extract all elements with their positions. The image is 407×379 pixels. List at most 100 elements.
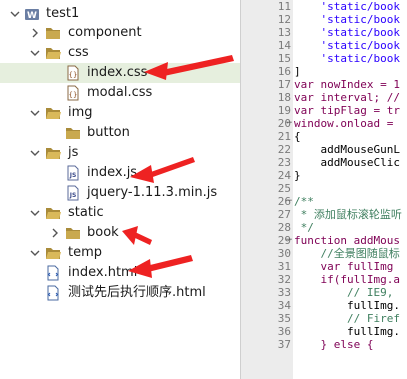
folder-open-icon bbox=[46, 248, 61, 259]
line-number: 11 bbox=[277, 0, 291, 13]
svg-text:{}: {} bbox=[69, 71, 78, 79]
css-file-icon: {} bbox=[67, 65, 79, 81]
tree-item-label: 测试先后执行顺序.html bbox=[68, 285, 206, 300]
fold-toggle-icon[interactable]: − bbox=[285, 119, 293, 128]
line-number: 12 bbox=[277, 13, 291, 26]
line-number: 31 bbox=[277, 260, 291, 273]
code-line: addMouseClic bbox=[294, 156, 400, 169]
line-number: 36 bbox=[277, 325, 291, 338]
code-line: // Firef bbox=[294, 312, 400, 325]
code-line: 'static/book bbox=[294, 52, 400, 65]
code-line: /** bbox=[294, 195, 314, 208]
code-editor[interactable]: 11 12 13 14 15 16 17 18 19 20−21 22 23 24 25 26−27 28 29… bbox=[241, 0, 407, 379]
tree-item-label: js bbox=[68, 145, 79, 160]
tree-item-button[interactable]: button bbox=[0, 123, 240, 143]
line-number: 27 bbox=[277, 208, 291, 221]
code-line: { bbox=[294, 130, 301, 143]
fold-toggle-icon[interactable]: − bbox=[285, 236, 293, 245]
tree-item-temp[interactable]: temp bbox=[0, 243, 240, 263]
chevron-down-icon[interactable] bbox=[30, 48, 40, 58]
code-line: } else { bbox=[294, 338, 374, 351]
code-line: 'static/book bbox=[294, 39, 400, 52]
tree-item-label: img bbox=[68, 105, 93, 120]
code-line: */ bbox=[294, 221, 314, 234]
tree-item-js[interactable]: js bbox=[0, 143, 240, 163]
fold-toggle-icon[interactable]: − bbox=[285, 197, 293, 206]
chevron-down-icon[interactable] bbox=[30, 208, 40, 218]
tree-item-static[interactable]: static bbox=[0, 203, 240, 223]
tree-item-css[interactable]: css bbox=[0, 43, 240, 63]
svg-text:JS: JS bbox=[69, 172, 77, 179]
line-number: 20 bbox=[277, 117, 291, 130]
folder-icon bbox=[66, 128, 80, 139]
web-project-icon: W bbox=[25, 9, 39, 21]
line-number: 29 bbox=[277, 234, 291, 247]
tree-item-book[interactable]: book bbox=[0, 223, 240, 243]
code-line: var tipFlag = tr bbox=[294, 104, 400, 117]
svg-text:{}: {} bbox=[69, 91, 78, 99]
line-number: 34 bbox=[277, 299, 291, 312]
code-line: * 添加鼠标滚轮监听 bbox=[294, 208, 402, 221]
tree-item-test1[interactable]: W test1 bbox=[0, 4, 240, 24]
chevron-down-icon[interactable] bbox=[30, 108, 40, 118]
line-number: 26 bbox=[277, 195, 291, 208]
line-number: 14 bbox=[277, 39, 291, 52]
tree-item-label: css bbox=[68, 45, 89, 60]
line-number: 28 bbox=[277, 221, 291, 234]
chevron-down-icon[interactable] bbox=[10, 9, 20, 19]
code-line: fullImg. bbox=[294, 325, 400, 338]
line-number: 21 bbox=[277, 130, 291, 143]
tree-item-label: modal.css bbox=[87, 85, 153, 100]
tree-item-label: jquery-1.11.3.min.js bbox=[87, 185, 218, 200]
line-number: 17 bbox=[277, 78, 291, 91]
line-number: 22 bbox=[277, 143, 291, 156]
line-number: 15 bbox=[277, 52, 291, 65]
folder-open-icon bbox=[46, 108, 61, 119]
tree-item-test-order-html[interactable]: 测试先后执行顺序.html bbox=[0, 283, 240, 303]
line-number: 33 bbox=[277, 286, 291, 299]
chevron-down-icon[interactable] bbox=[30, 248, 40, 258]
folder-open-icon bbox=[46, 48, 61, 59]
code-line: ] bbox=[294, 65, 301, 78]
code-line: addMouseGunL bbox=[294, 143, 400, 156]
folder-open-icon bbox=[46, 208, 61, 219]
tree-item-label: book bbox=[87, 225, 119, 240]
chevron-down-icon[interactable] bbox=[30, 148, 40, 158]
line-number: 18 bbox=[277, 91, 291, 104]
tree-item-img[interactable]: img bbox=[0, 103, 240, 123]
line-number: 25 bbox=[277, 182, 291, 195]
line-number: 23 bbox=[277, 156, 291, 169]
code-line: 'static/book bbox=[294, 0, 400, 13]
line-number: 32 bbox=[277, 273, 291, 286]
code-line: window.onload = bbox=[294, 117, 400, 130]
tree-item-label: component bbox=[68, 25, 142, 40]
tree-item-jquery-js[interactable]: JS jquery-1.11.3.min.js bbox=[0, 183, 240, 203]
chevron-right-icon[interactable] bbox=[30, 28, 40, 38]
js-file-icon: JS bbox=[67, 165, 79, 181]
code-line: 'static/book bbox=[294, 26, 400, 39]
folder-open-icon bbox=[46, 148, 61, 159]
line-number: 35 bbox=[277, 312, 291, 325]
html-file-icon bbox=[47, 265, 59, 281]
tree-item-modal-css[interactable]: {} modal.css bbox=[0, 83, 240, 103]
tree-item-component[interactable]: component bbox=[0, 23, 240, 43]
line-number: 30 bbox=[277, 247, 291, 260]
tree-item-label: index.css bbox=[87, 65, 148, 80]
line-number: 19 bbox=[277, 104, 291, 117]
js-file-icon: JS bbox=[67, 185, 79, 201]
html-file-icon bbox=[47, 285, 59, 301]
tree-item-label: temp bbox=[68, 245, 103, 260]
tree-item-index-html[interactable]: index.html bbox=[0, 263, 240, 283]
chevron-right-icon[interactable] bbox=[50, 228, 60, 238]
code-line: // IE9, bbox=[294, 286, 400, 299]
line-number: 24 bbox=[277, 169, 291, 182]
code-line: 'static/book bbox=[294, 13, 400, 26]
code-line: var nowIndex = 1 bbox=[294, 78, 400, 91]
tree-item-index-css[interactable]: {} index.css bbox=[0, 63, 240, 83]
svg-text:JS: JS bbox=[69, 192, 77, 199]
code-line: fullImg. bbox=[294, 299, 400, 312]
tree-item-label: index.js bbox=[87, 165, 138, 180]
tree-item-label: test1 bbox=[46, 6, 80, 21]
tree-item-label: button bbox=[87, 125, 130, 140]
tree-item-index-js[interactable]: JS index.js bbox=[0, 163, 240, 183]
